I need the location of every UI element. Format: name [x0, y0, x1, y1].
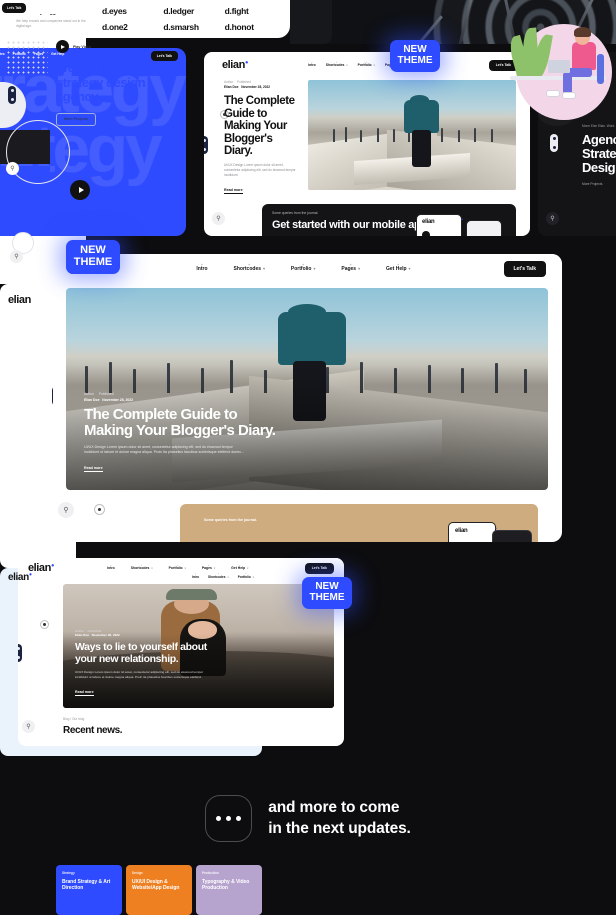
brand-logo-text: elian•: [8, 569, 32, 583]
search-icon[interactable]: ⚲: [58, 502, 74, 518]
phone-mockup-light: elian •: [448, 522, 497, 542]
nav-item[interactable]: + Shortcodes ▾: [208, 573, 229, 579]
brand-logo: d.eyes: [102, 6, 127, 16]
new-theme-badge: NEW THEME: [390, 40, 440, 72]
lets-talk-button[interactable]: Let's Talk: [2, 3, 27, 13]
nav-item-get-help[interactable]: + Get Help ▾: [386, 263, 410, 272]
more-updates-cta: and more to come in the next updates.: [0, 795, 616, 842]
agency-title: Agency Strategy Design: [582, 132, 616, 175]
post-hero-image: [308, 80, 516, 190]
section-eyebrow: Blog / Our blog: [63, 717, 85, 721]
brand-logo-text: elian•: [222, 56, 248, 71]
mobile-app-promo: Some queries from the journal. Get start…: [262, 204, 516, 236]
card-blog-preview[interactable]: elian• +Intro +Shortcodes▾ +Portfolio▾ +…: [204, 52, 530, 236]
featured-excerpt: UI/UX Design Lorem ipsum dolor sit amet,…: [84, 444, 245, 455]
lets-talk-button[interactable]: Let's Talk: [503, 261, 546, 277]
side-rail-toggle[interactable]: [18, 644, 22, 662]
promo-eyebrow: Some queries from the journal.: [272, 211, 319, 215]
search-icon[interactable]: ⚲: [212, 212, 225, 225]
card-blog-couple[interactable]: elian • + Intro + Shortcodes ▾ + Portfolio ▾ +…: [18, 558, 344, 746]
phone-mockup-light: elian •: [416, 214, 463, 236]
side-rail-toggle[interactable]: [204, 136, 208, 154]
read-more-link[interactable]: Read more: [84, 466, 103, 472]
brand-logo: d.honot: [224, 22, 254, 32]
badge-line-theme: THEME: [309, 592, 345, 603]
card-featured-blog[interactable]: elian• +Intro +Shortcodes▾ +Portfolio▾ +…: [52, 254, 562, 542]
badge-line-theme: THEME: [397, 55, 433, 66]
new-theme-badge: NEW THEME: [66, 240, 120, 274]
couple-hero-image: Author Published Elian Doe November 28, …: [63, 584, 334, 708]
post-excerpt: UI/UX Design Lorem ipsum dolor sit amet,…: [224, 163, 296, 178]
cta-line-1: and more to come: [268, 799, 400, 817]
brand-logo: d.smarsh: [163, 22, 199, 32]
decor-circle-blue: [12, 206, 34, 228]
read-more-link[interactable]: Read more: [224, 188, 243, 195]
brand-logo: d.one2: [102, 22, 128, 32]
cta-line-2: in the next updates.: [268, 819, 411, 837]
scroll-indicator-icon[interactable]: [94, 504, 105, 515]
phone-mockup-second: [466, 220, 502, 236]
nav-item-pages[interactable]: + Pages ▾: [341, 263, 360, 272]
post-title: Ways to lie to yourself about your new re…: [75, 641, 207, 666]
nav-item[interactable]: + Portfolio ▾: [238, 573, 254, 579]
search-icon[interactable]: ⚲: [22, 720, 35, 733]
featured-tan-panel: Some queries from the journal. elian •: [180, 504, 538, 542]
badge-line-theme: THEME: [73, 256, 113, 268]
featured-hero-image: Author Published Elian Doe November 28, …: [66, 288, 548, 490]
lets-talk-button[interactable]: Let's Talk: [304, 562, 334, 574]
post-meta: Author Published Elian Doe November 28, …: [84, 392, 134, 402]
play-icon[interactable]: [70, 180, 90, 200]
search-icon[interactable]: ⚲: [546, 212, 559, 225]
ellipsis-icon[interactable]: [205, 795, 253, 842]
cta-text: and more to come in the next updates.: [268, 798, 411, 839]
post-meta: Author Published Elian Doe November 28, …: [75, 628, 120, 638]
side-rail-toggle[interactable]: [550, 134, 558, 152]
post-meta: Author Published Elian Doe November 28, …: [224, 80, 271, 89]
agency-link[interactable]: More Projects: [582, 182, 616, 186]
post-excerpt: UI/UX Design Lorem ipsum dolor sit amet,…: [75, 670, 204, 680]
scroll-indicator-icon[interactable]: [220, 110, 229, 119]
read-more-link[interactable]: Read more: [75, 690, 94, 696]
side-rail-toggle[interactable]: [52, 386, 53, 406]
brand-logo: d.ledger: [163, 6, 195, 16]
featured-title: The Complete Guide to Making Your Blogge…: [84, 405, 276, 440]
logo-dot-icon: •: [245, 56, 248, 67]
brands-logo-grid: d.eyes d.ledger d.fight d.one2 d.smarsh …: [90, 6, 282, 32]
brand-logo: d.fight: [224, 6, 249, 16]
section-title: Recent news.: [63, 725, 123, 736]
nav-item-portfolio[interactable]: + Portfolio ▾: [291, 263, 315, 272]
decor-dot-grid: [6, 40, 48, 74]
nav-item[interactable]: + Shortcodes ▾: [326, 61, 348, 67]
new-theme-badge: NEW THEME: [302, 577, 352, 609]
showcase-stage: Trusted by Biggest Brands We help brands…: [0, 0, 616, 915]
tan-panel-eyebrow: Some queries from the journal.: [204, 518, 257, 522]
nav-item-shortcodes[interactable]: + Shortcodes ▾: [234, 263, 265, 272]
scroll-indicator-icon[interactable]: [40, 620, 49, 629]
phone-mockup-dark: [492, 530, 532, 542]
dark-panel-corner: [290, 0, 332, 44]
nav-item-intro[interactable]: + Intro: [196, 263, 207, 272]
brands-subtitle: We help brands and companies stand out i…: [16, 19, 86, 28]
nav-item[interactable]: + Portfolio ▾: [358, 61, 375, 67]
nav-item[interactable]: + Intro: [192, 573, 199, 579]
nav-item[interactable]: + Intro: [308, 61, 316, 67]
post-title: The Complete Guide to Making Your Blogge…: [224, 94, 295, 158]
